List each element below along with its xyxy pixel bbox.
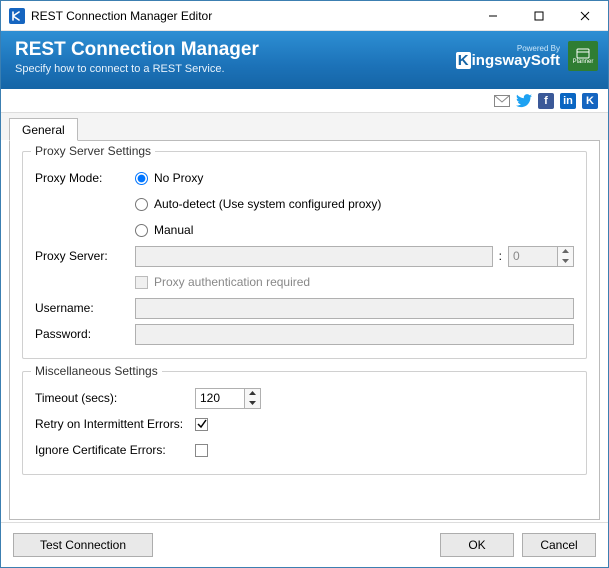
timeout-up[interactable] bbox=[245, 389, 260, 399]
timeout-spinner[interactable] bbox=[195, 388, 261, 409]
timeout-input[interactable] bbox=[196, 389, 244, 408]
brand-name: ingswaySoft bbox=[472, 52, 560, 69]
tab-strip: General bbox=[1, 113, 608, 140]
proxy-port-input[interactable] bbox=[509, 247, 557, 266]
linkedin-icon[interactable]: in bbox=[560, 93, 576, 109]
cancel-button[interactable]: Cancel bbox=[522, 533, 596, 557]
miscellaneous-settings-group: Miscellaneous Settings Timeout (secs): R… bbox=[22, 371, 587, 475]
proxy-port-separator: : bbox=[499, 249, 502, 263]
social-icon-strip: f in K bbox=[1, 89, 608, 113]
radio-no-proxy-input[interactable] bbox=[135, 172, 148, 185]
twitter-icon[interactable] bbox=[516, 93, 532, 109]
misc-group-legend: Miscellaneous Settings bbox=[31, 364, 162, 378]
ignore-cert-label: Ignore Certificate Errors: bbox=[35, 443, 195, 457]
proxy-username-label: Username: bbox=[35, 301, 135, 315]
email-icon[interactable] bbox=[494, 93, 510, 109]
ok-button[interactable]: OK bbox=[440, 533, 514, 557]
window-titlebar: REST Connection Manager Editor bbox=[1, 1, 608, 31]
brand-k-icon: K bbox=[456, 52, 471, 69]
planner-label: Planner bbox=[573, 59, 594, 65]
radio-manual[interactable]: Manual bbox=[135, 223, 193, 237]
window-title: REST Connection Manager Editor bbox=[31, 9, 470, 23]
proxy-server-settings-group: Proxy Server Settings Proxy Mode: No Pro… bbox=[22, 151, 587, 359]
retry-label: Retry on Intermittent Errors: bbox=[35, 417, 195, 431]
tab-general-content: Proxy Server Settings Proxy Mode: No Pro… bbox=[9, 140, 600, 520]
proxy-group-legend: Proxy Server Settings bbox=[31, 144, 155, 158]
header-banner: REST Connection Manager Specify how to c… bbox=[1, 31, 608, 89]
test-connection-button[interactable]: Test Connection bbox=[13, 533, 153, 557]
retry-checkbox[interactable] bbox=[195, 418, 208, 431]
minimize-button[interactable] bbox=[470, 1, 516, 30]
radio-no-proxy-label: No Proxy bbox=[154, 171, 203, 185]
radio-auto-detect-input[interactable] bbox=[135, 198, 148, 211]
proxy-username-input[interactable] bbox=[135, 298, 574, 319]
proxy-auth-required-checkbox[interactable] bbox=[135, 276, 148, 289]
app-icon bbox=[9, 8, 25, 24]
tab-general[interactable]: General bbox=[9, 118, 78, 141]
timeout-down[interactable] bbox=[245, 398, 260, 408]
radio-manual-input[interactable] bbox=[135, 224, 148, 237]
radio-no-proxy[interactable]: No Proxy bbox=[135, 171, 203, 185]
proxy-port-spinner[interactable] bbox=[508, 246, 574, 267]
planner-logo: Planner bbox=[568, 41, 598, 71]
timeout-label: Timeout (secs): bbox=[35, 391, 195, 405]
proxy-auth-required-label: Proxy authentication required bbox=[154, 275, 310, 289]
proxy-password-label: Password: bbox=[35, 327, 135, 341]
facebook-icon[interactable]: f bbox=[538, 93, 554, 109]
radio-auto-detect-label: Auto-detect (Use system configured proxy… bbox=[154, 197, 381, 211]
proxy-server-input[interactable] bbox=[135, 246, 493, 267]
kingsway-k-icon[interactable]: K bbox=[582, 93, 598, 109]
proxy-port-down[interactable] bbox=[558, 256, 573, 266]
proxy-port-up[interactable] bbox=[558, 247, 573, 257]
close-button[interactable] bbox=[562, 1, 608, 30]
ignore-cert-checkbox[interactable] bbox=[195, 444, 208, 457]
proxy-password-input[interactable] bbox=[135, 324, 574, 345]
maximize-button[interactable] bbox=[516, 1, 562, 30]
kingswaysoft-logo: Powered By KingswaySoft bbox=[456, 45, 560, 68]
radio-manual-label: Manual bbox=[154, 223, 193, 237]
proxy-server-label: Proxy Server: bbox=[35, 249, 135, 263]
radio-auto-detect[interactable]: Auto-detect (Use system configured proxy… bbox=[135, 197, 381, 211]
dialog-footer: Test Connection OK Cancel bbox=[1, 522, 608, 567]
proxy-mode-label: Proxy Mode: bbox=[35, 171, 135, 185]
